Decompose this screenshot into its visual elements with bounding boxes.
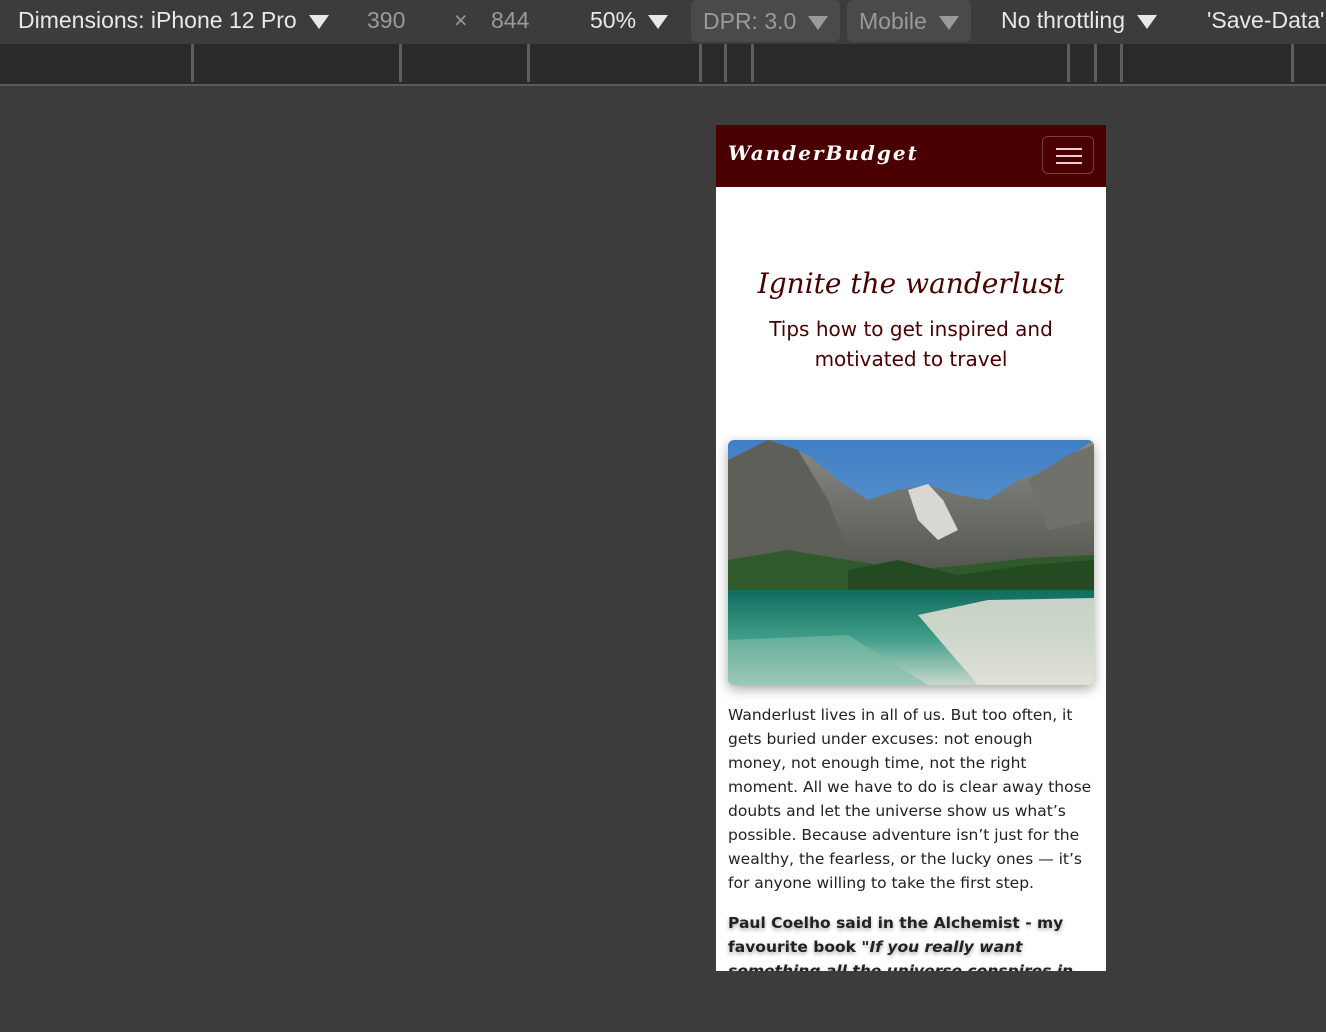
hero-subtitle: Tips how to get inspired and motivated t… — [769, 317, 1053, 371]
ruler-tick[interactable] — [1120, 44, 1123, 82]
chevron-down-icon — [308, 14, 329, 29]
chevron-down-icon — [808, 15, 829, 30]
zoom-label: 50% — [590, 7, 637, 33]
brand-logo[interactable]: WanderBudget — [728, 141, 919, 165]
hamburger-icon — [1056, 162, 1082, 164]
ruler-tick[interactable] — [1067, 44, 1070, 82]
dpr-dropdown[interactable]: DPR: 3.0 — [691, 0, 841, 42]
device-viewport: WanderBudget Ignite the wanderlust Tips … — [716, 125, 1106, 971]
chevron-down-icon — [1137, 14, 1158, 29]
mode-label: Mobile — [859, 8, 927, 34]
navbar: WanderBudget — [716, 125, 1106, 187]
ruler-tick[interactable] — [724, 44, 727, 82]
article-quote: Paul Coelho said in the Alchemist - my f… — [728, 911, 1094, 971]
ruler-tick[interactable] — [191, 44, 194, 82]
ruler-tick[interactable] — [1094, 44, 1097, 82]
save-data-dropdown[interactable]: 'Save-Data' — [1207, 5, 1324, 39]
height-input[interactable]: 844 — [491, 5, 529, 39]
throttling-dropdown[interactable]: No throttling — [1001, 5, 1158, 39]
hero-title: Ignite the wanderlust — [757, 267, 1065, 300]
ruler-tick[interactable] — [399, 44, 402, 82]
media-query-ruler[interactable] — [0, 44, 1326, 86]
ruler-tick[interactable] — [527, 44, 530, 82]
hero-photo — [728, 440, 1094, 685]
throttling-label: No throttling — [1001, 7, 1126, 33]
menu-toggle-button[interactable] — [1042, 136, 1094, 174]
ruler-tick[interactable] — [699, 44, 702, 82]
ruler-tick[interactable] — [1291, 44, 1294, 82]
mountain-lake-image — [728, 440, 1094, 685]
dimensions-label: Dimensions: iPhone 12 Pro — [18, 7, 297, 33]
zoom-dropdown[interactable]: 50% — [590, 5, 669, 39]
device-toolbar: Dimensions: iPhone 12 Pro 390 × 844 50% … — [0, 0, 1326, 44]
article-paragraph: Wanderlust lives in all of us. But too o… — [728, 706, 1092, 892]
times-separator: × — [454, 7, 468, 33]
ruler-tick[interactable] — [751, 44, 754, 82]
dimensions-dropdown[interactable]: Dimensions: iPhone 12 Pro — [18, 5, 329, 39]
chevron-down-icon — [938, 15, 959, 30]
hamburger-icon — [1056, 148, 1082, 150]
width-input[interactable]: 390 — [367, 5, 405, 39]
hamburger-icon — [1056, 155, 1082, 157]
dpr-label: DPR: 3.0 — [703, 8, 797, 34]
mode-dropdown[interactable]: Mobile — [847, 0, 971, 42]
chevron-down-icon — [648, 14, 669, 29]
hero: Ignite the wanderlust Tips how to get in… — [716, 187, 1106, 374]
